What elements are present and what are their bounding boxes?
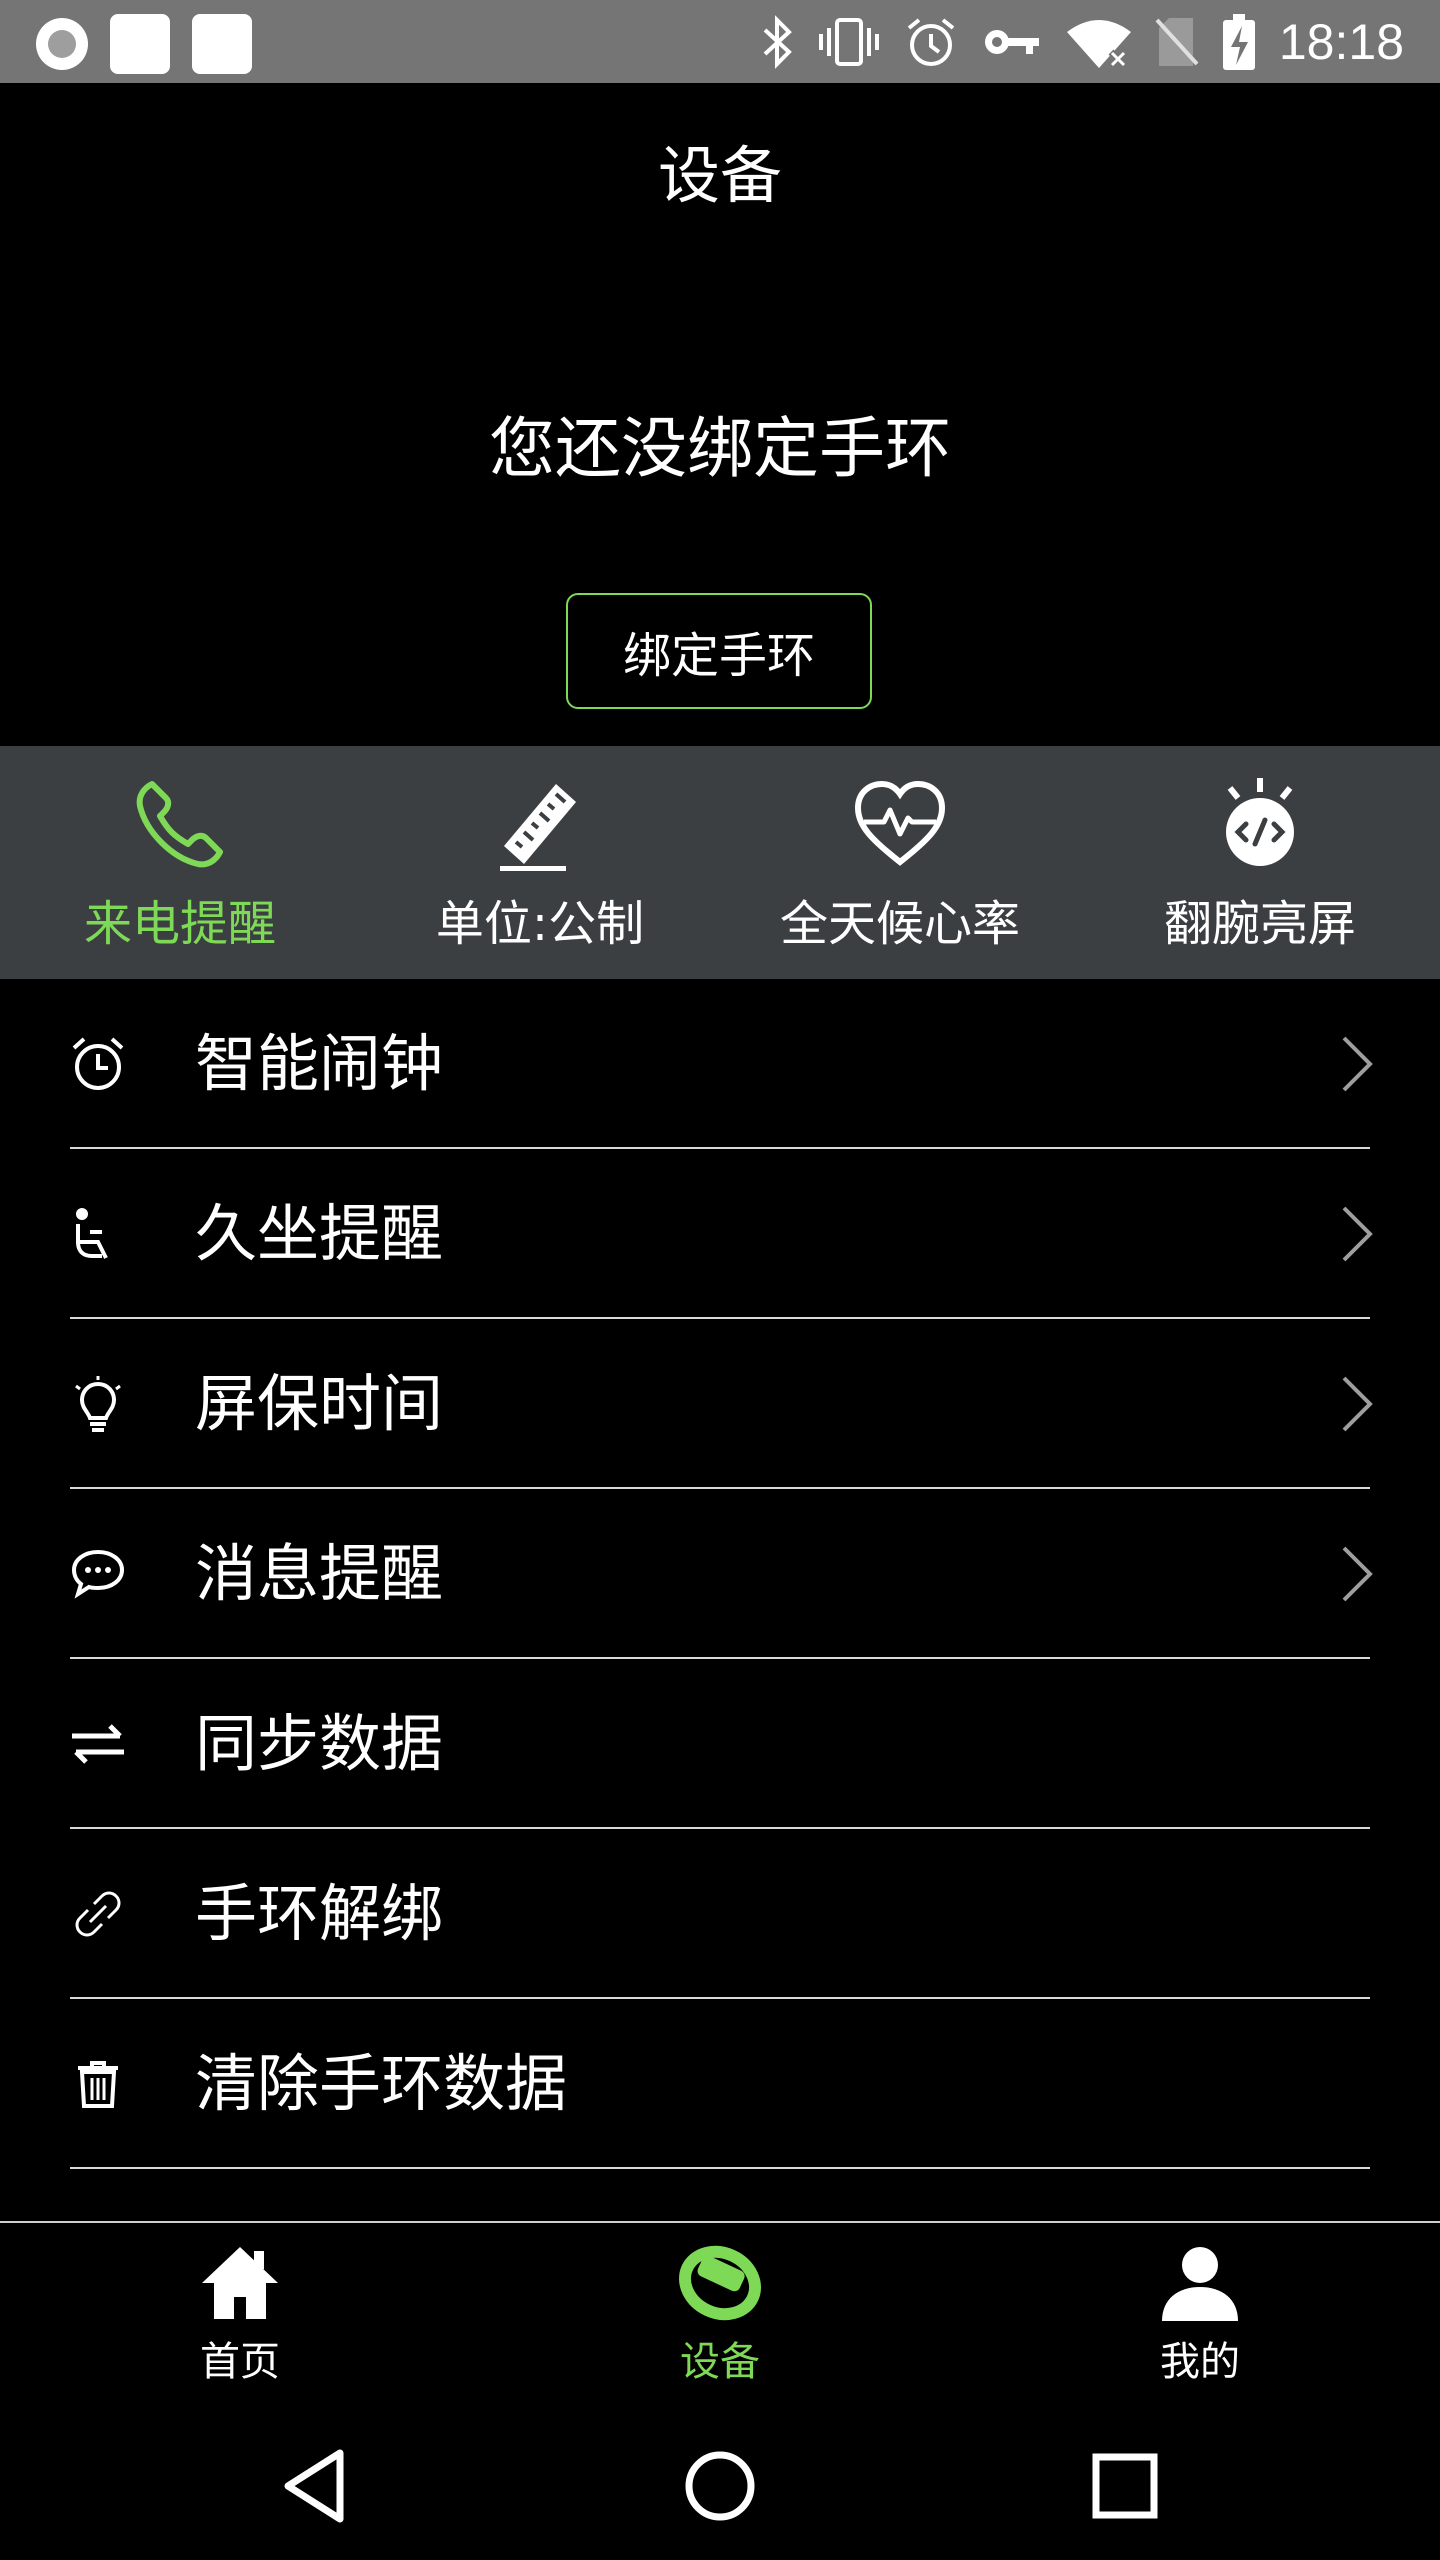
settings-row-label: 同步数据 (195, 1707, 444, 1780)
nav-label: 设备 (680, 2339, 760, 2385)
nav-label: 首页 (200, 2339, 280, 2385)
quick-setting-wrist-wake[interactable]: 翻腕亮屏 (1080, 746, 1440, 979)
no-sim-icon (1155, 18, 1199, 66)
settings-row-label: 清除手环数据 (195, 2047, 568, 2120)
trash-icon (78, 2061, 118, 2108)
settings-row-sync-data[interactable]: 同步数据 (0, 1659, 1440, 1829)
bind-band-button[interactable]: 绑定手环 (566, 593, 872, 709)
settings-row-label: 手环解绑 (195, 1877, 444, 1950)
quick-setting-call-alert[interactable]: 来电提醒 (0, 746, 360, 979)
quick-setting-label: 全天候心率 (779, 896, 1020, 952)
settings-row-screensaver-time[interactable]: 屏保时间 (0, 1319, 1440, 1489)
home-icon (202, 2247, 278, 2319)
chevron-right-icon (1342, 1206, 1373, 1262)
band-icon (678, 2245, 762, 2321)
nav-item-home[interactable]: 首页 (0, 2223, 480, 2411)
notification-square-icon (192, 14, 252, 74)
lightbulb-icon (75, 1376, 121, 1432)
chevron-right-icon (1342, 1036, 1373, 1092)
quick-setting-heart-rate[interactable]: 全天候心率 (720, 746, 1080, 979)
phone-icon (136, 781, 223, 868)
settings-row-smart-alarm[interactable]: 智能闹钟 (0, 979, 1440, 1149)
person-icon (1162, 2247, 1238, 2321)
settings-row-sedentary-reminder[interactable]: 久坐提醒 (0, 1149, 1440, 1319)
alarm-clock-icon (72, 1037, 124, 1090)
settings-row-label: 屏保时间 (195, 1367, 444, 1440)
quick-setting-label: 翻腕亮屏 (1163, 896, 1356, 952)
home-circle-icon[interactable] (675, 2441, 765, 2531)
bind-status-message: 您还没绑定手环 (489, 410, 951, 487)
heart-rate-icon (854, 780, 946, 866)
page-title: 设备 (657, 139, 782, 212)
record-icon (36, 18, 88, 70)
status-bar: 18:18 (0, 0, 1440, 83)
sync-arrows-icon (72, 1724, 124, 1764)
battery-charging-icon (1222, 14, 1255, 70)
alarm-icon (907, 18, 955, 66)
chevron-right-icon (1342, 1546, 1373, 1602)
notification-square-icon (110, 14, 170, 74)
bluetooth-icon (763, 15, 792, 69)
chevron-right-icon (1342, 1376, 1373, 1432)
quick-setting-label: 单位:公制 (435, 896, 645, 952)
vpn-key-icon (984, 30, 1039, 54)
wrist-screen-icon (1226, 778, 1294, 866)
nav-item-device[interactable]: 设备 (480, 2223, 960, 2411)
back-icon[interactable] (270, 2441, 360, 2531)
message-icon (71, 1549, 125, 1599)
unlink-icon (75, 1891, 121, 1937)
settings-row-message-alert[interactable]: 消息提醒 (0, 1489, 1440, 1659)
settings-row-label: 智能闹钟 (195, 1027, 444, 1100)
status-time: 18:18 (1278, 14, 1404, 70)
settings-row-clear-data[interactable]: 清除手环数据 (0, 1999, 1440, 2169)
bottom-nav: 首页 设备 我的 (0, 2221, 1440, 2411)
quick-settings-strip: 来电提醒 单位:公制 全天候心率 翻腕亮屏 (0, 746, 1440, 979)
recents-icon[interactable] (1080, 2441, 1170, 2531)
divider (70, 2167, 1370, 2169)
ruler-icon (500, 784, 576, 871)
nav-label: 我的 (1160, 2339, 1240, 2385)
settings-row-label: 消息提醒 (195, 1537, 444, 1610)
system-navigation-bar (0, 2411, 1440, 2560)
settings-row-unbind-band[interactable]: 手环解绑 (0, 1829, 1440, 1999)
nav-item-mine[interactable]: 我的 (960, 2223, 1440, 2411)
vibrate-icon (818, 18, 879, 66)
quick-setting-label: 来电提醒 (83, 896, 276, 952)
seat-icon (76, 1208, 108, 1259)
settings-row-label: 久坐提醒 (195, 1197, 444, 1270)
wifi-icon (1066, 20, 1131, 69)
quick-setting-unit[interactable]: 单位:公制 (360, 746, 720, 979)
